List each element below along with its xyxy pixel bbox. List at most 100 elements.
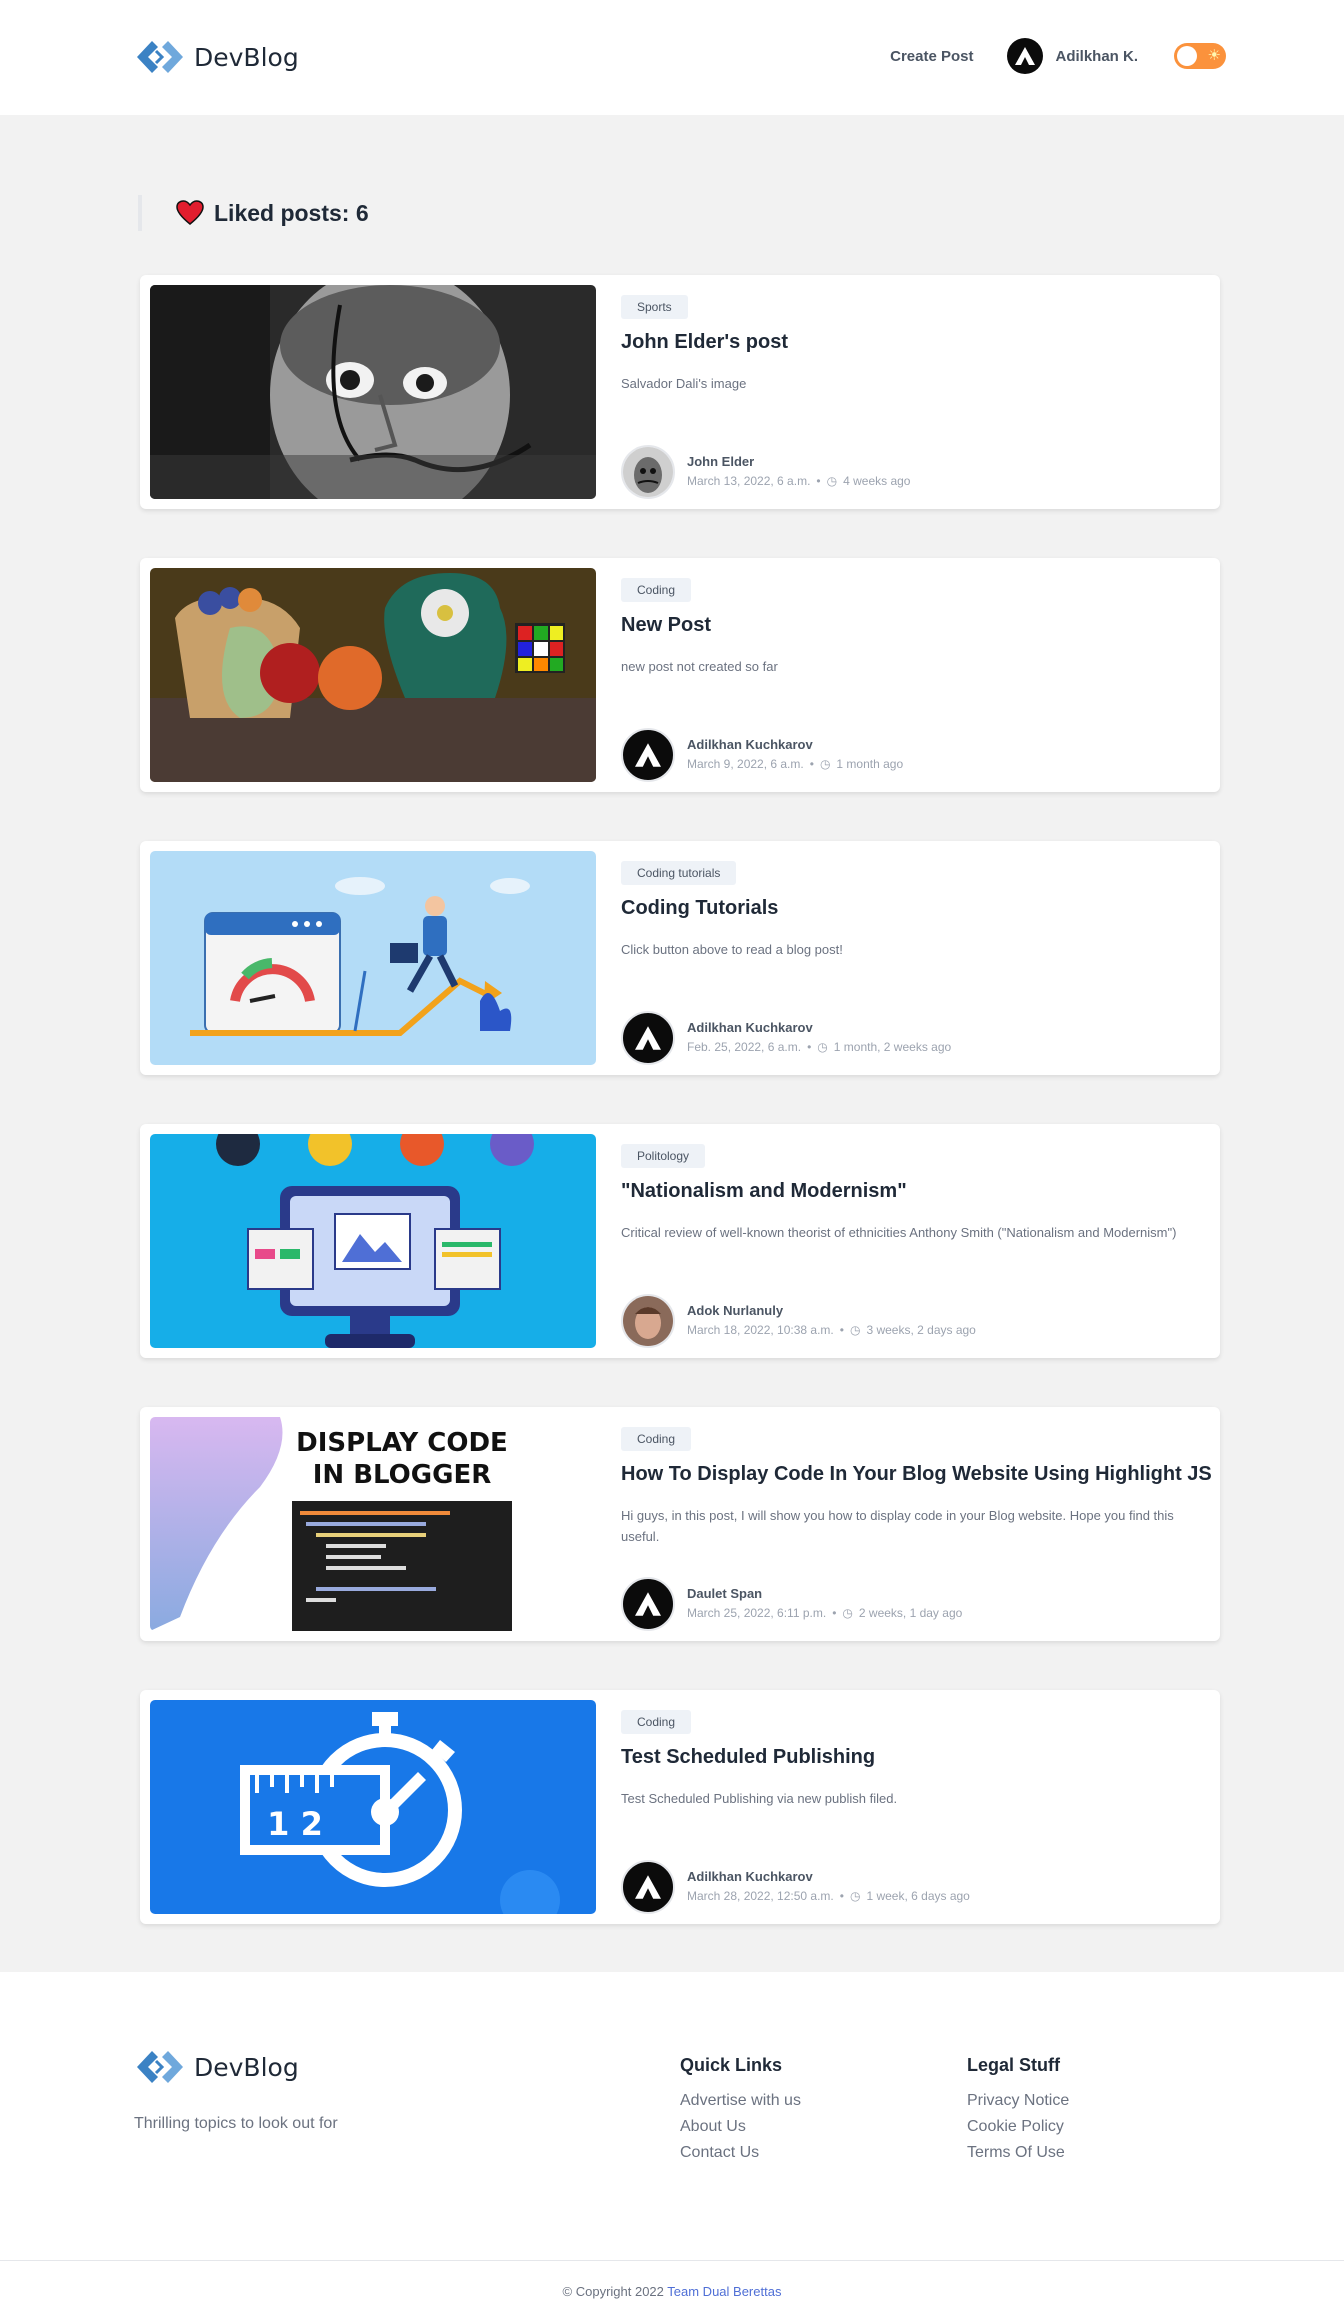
- post-age: 4 weeks ago: [843, 474, 911, 488]
- footer-link-terms[interactable]: Terms Of Use: [967, 2140, 1069, 2166]
- author-name[interactable]: Adilkhan Kuchkarov: [687, 1020, 951, 1035]
- post-card[interactable]: Coding New Post new post not created so …: [140, 558, 1220, 792]
- clock-icon: ◷: [842, 1606, 853, 1620]
- post-thumbnail[interactable]: [150, 1134, 596, 1348]
- create-post-link[interactable]: Create Post: [890, 48, 973, 65]
- author-avatar[interactable]: [621, 1860, 675, 1914]
- footer-link-cookie[interactable]: Cookie Policy: [967, 2114, 1069, 2140]
- author-avatar[interactable]: [621, 1294, 675, 1348]
- post-date: March 18, 2022, 10:38 a.m.: [687, 1323, 834, 1337]
- post-meta: March 28, 2022, 12:50 a.m. • ◷ 1 week, 6…: [687, 1889, 970, 1903]
- post-meta: Feb. 25, 2022, 6 a.m. • ◷ 1 month, 2 wee…: [687, 1040, 951, 1054]
- thumb-title-line1: DISPLAY CODE: [296, 1428, 508, 1458]
- ruler-digits: 1 2: [267, 1805, 323, 1843]
- post-title[interactable]: "Nationalism and Modernism": [621, 1180, 907, 1203]
- author-avatar[interactable]: [621, 1011, 675, 1065]
- post-date: March 9, 2022, 6 a.m.: [687, 757, 804, 771]
- liked-posts-title: Liked posts: 6: [214, 199, 369, 226]
- author-name[interactable]: Daulet Span: [687, 1586, 962, 1601]
- site-header: DevBlog Create Post Adilkhan K. ☀: [0, 0, 1344, 115]
- post-title[interactable]: New Post: [621, 614, 711, 637]
- post-age: 2 weeks, 1 day ago: [858, 1606, 963, 1620]
- footer-link-about[interactable]: About Us: [680, 2114, 801, 2140]
- user-name[interactable]: Adilkhan K.: [1055, 48, 1138, 65]
- post-card[interactable]: Politology "Nationalism and Modernism" C…: [140, 1124, 1220, 1358]
- post-card[interactable]: Coding tutorials Coding Tutorials Click …: [140, 841, 1220, 1075]
- footer-divider: [0, 2260, 1344, 2261]
- thumb-title-line2: IN BLOGGER: [313, 1460, 492, 1490]
- legal-links-column: Legal Stuff Privacy Notice Cookie Policy…: [967, 2055, 1069, 2166]
- accessibility-illustration: [150, 1134, 596, 1348]
- post-age: 1 week, 6 days ago: [866, 1889, 970, 1903]
- clock-icon: ◷: [849, 1889, 861, 1903]
- footer-brand-name: DevBlog: [194, 2052, 299, 2082]
- author-avatar[interactable]: [621, 1577, 675, 1631]
- post-author: Daulet Span March 25, 2022, 6:11 p.m. • …: [621, 1577, 962, 1631]
- post-thumbnail[interactable]: DISPLAY CODE IN BLOGGER: [150, 1417, 596, 1631]
- team-link[interactable]: Team Dual Berettas: [667, 2284, 781, 2299]
- author-name[interactable]: Adok Nurlanuly: [687, 1303, 976, 1318]
- legal-title: Legal Stuff: [967, 2055, 1060, 2075]
- post-author: Adilkhan Kuchkarov March 9, 2022, 6 a.m.…: [621, 728, 903, 782]
- category-tag[interactable]: Coding: [621, 578, 692, 602]
- speed-illustration: [150, 851, 596, 1065]
- post-thumbnail[interactable]: [150, 285, 596, 499]
- user-avatar[interactable]: [1007, 38, 1044, 74]
- post-description: Test Scheduled Publishing via new publis…: [621, 1791, 898, 1806]
- category-tag[interactable]: Coding: [621, 1710, 692, 1734]
- post-info: Coding How To Display Code In Your Blog …: [621, 1407, 1212, 1641]
- category-tag[interactable]: Politology: [621, 1144, 706, 1168]
- footer-tagline: Thrilling topics to look out for: [134, 2115, 338, 2132]
- quick-links-title: Quick Links: [680, 2055, 783, 2075]
- author-name[interactable]: Adilkhan Kuchkarov: [687, 1869, 970, 1884]
- post-thumbnail[interactable]: [150, 851, 596, 1065]
- post-author: Adilkhan Kuchkarov March 28, 2022, 12:50…: [621, 1860, 970, 1914]
- clock-icon: ◷: [849, 1323, 861, 1337]
- post-meta: March 13, 2022, 6 a.m. • ◷ 4 weeks ago: [687, 474, 910, 488]
- clock-icon: ◷: [819, 757, 831, 771]
- post-title[interactable]: How To Display Code In Your Blog Website…: [621, 1463, 1212, 1486]
- footer-logo[interactable]: DevBlog: [134, 2048, 299, 2086]
- author-name[interactable]: Adilkhan Kuchkarov: [687, 737, 903, 752]
- toggle-knob: [1177, 46, 1197, 66]
- theme-toggle[interactable]: ☀: [1174, 43, 1226, 69]
- post-date: March 28, 2022, 12:50 a.m.: [687, 1889, 834, 1903]
- post-description: new post not created so far: [621, 659, 778, 674]
- post-description: Hi guys, in this post, I will show you h…: [621, 1508, 1174, 1544]
- post-date: Feb. 25, 2022, 6 a.m.: [687, 1040, 802, 1054]
- copyright: © Copyright 2022 Team Dual Berettas: [0, 2284, 1344, 2299]
- quick-links-column: Quick Links Advertise with us About Us C…: [680, 2055, 801, 2166]
- meta-dot: •: [839, 1889, 844, 1903]
- brand-logo[interactable]: DevBlog: [134, 38, 299, 76]
- author-avatar[interactable]: [621, 445, 675, 499]
- meta-dot: •: [807, 1040, 812, 1054]
- category-tag[interactable]: Coding tutorials: [621, 861, 737, 885]
- footer-link-advertise[interactable]: Advertise with us: [680, 2088, 801, 2114]
- post-card[interactable]: 1 2 Coding Test Scheduled Publishing Tes…: [140, 1690, 1220, 1924]
- post-info: Sports John Elder's post Salvador Dali's…: [621, 275, 1206, 509]
- post-title[interactable]: Coding Tutorials: [621, 897, 778, 920]
- post-card[interactable]: DISPLAY CODE IN BLOGGER Coding How To Di…: [140, 1407, 1220, 1641]
- logo-icon: [137, 2051, 183, 2083]
- heart-icon: [176, 200, 204, 225]
- author-name[interactable]: John Elder: [687, 454, 910, 469]
- post-description: Salvador Dali's image: [621, 376, 747, 391]
- clock-icon: ◷: [817, 1040, 828, 1054]
- post-info: Coding tutorials Coding Tutorials Click …: [621, 841, 1206, 1075]
- post-info: Coding Test Scheduled Publishing Test Sc…: [621, 1690, 1206, 1924]
- post-thumbnail[interactable]: 1 2: [150, 1700, 596, 1914]
- post-meta: March 9, 2022, 6 a.m. • ◷ 1 month ago: [687, 757, 903, 771]
- brand-name: DevBlog: [194, 42, 299, 72]
- category-tag[interactable]: Sports: [621, 295, 688, 319]
- author-avatar[interactable]: [621, 728, 675, 782]
- category-tag[interactable]: Coding: [621, 1427, 692, 1451]
- footer-link-privacy[interactable]: Privacy Notice: [967, 2088, 1069, 2114]
- post-meta: March 18, 2022, 10:38 a.m. • ◷ 3 weeks, …: [687, 1323, 976, 1337]
- post-title[interactable]: John Elder's post: [621, 331, 788, 354]
- post-card[interactable]: Sports John Elder's post Salvador Dali's…: [140, 275, 1220, 509]
- post-info: Coding New Post new post not created so …: [621, 558, 1206, 792]
- post-thumbnail[interactable]: [150, 568, 596, 782]
- footer-link-contact[interactable]: Contact Us: [680, 2140, 801, 2166]
- post-title[interactable]: Test Scheduled Publishing: [621, 1746, 875, 1769]
- portrait-image: [150, 285, 596, 499]
